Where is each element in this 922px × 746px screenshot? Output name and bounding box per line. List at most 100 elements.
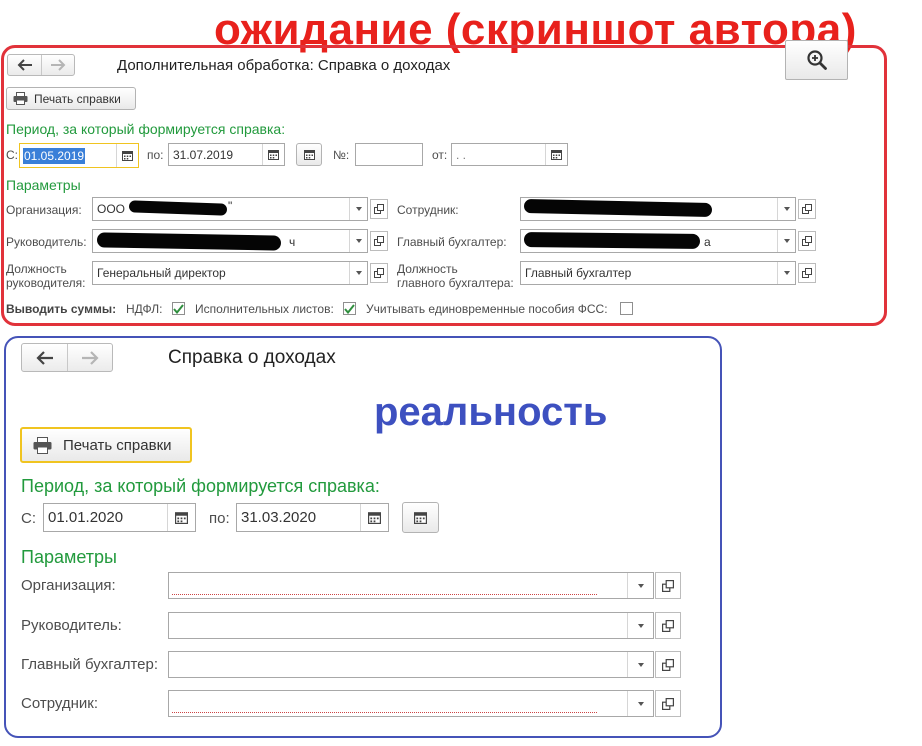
calendar-icon: [268, 150, 279, 160]
expected-accountant-position-dropdown[interactable]: [777, 262, 795, 284]
expected-from-calendar-button[interactable]: [116, 144, 138, 167]
expected-print-button[interactable]: Печать справки: [6, 87, 136, 110]
expected-doc-calendar-button[interactable]: [545, 144, 567, 165]
expected-manager-tail: ч: [289, 235, 296, 249]
expected-chief-accountant-tail: а: [704, 235, 711, 249]
expected-manager-position-open-button[interactable]: [370, 263, 388, 283]
expected-manager-position-label: Должность руководителя:: [6, 262, 86, 290]
expected-fss-checkbox[interactable]: [620, 302, 633, 315]
expected-to-date-input[interactable]: 31.07.2019: [168, 143, 285, 166]
calendar-icon: [175, 512, 188, 524]
expected-employee-label: Сотрудник:: [397, 203, 459, 217]
chevron-down-icon: [637, 583, 644, 588]
reality-chief-accountant-input[interactable]: [168, 651, 654, 678]
expected-period-heading: Период, за который формируется справка:: [6, 121, 286, 137]
checkmark-icon: [344, 303, 355, 314]
reality-employee-label: Сотрудник:: [21, 695, 99, 712]
expected-manager-position-value: Генеральный директор: [97, 266, 226, 280]
chevron-down-icon: [783, 239, 790, 243]
reality-print-label: Печать справки: [63, 436, 172, 454]
expected-ndfl-label: НДФЛ:: [126, 302, 163, 316]
calendar-icon: [303, 150, 315, 160]
expected-manager-position-dropdown[interactable]: [349, 262, 367, 284]
reality-nav-group: [21, 343, 113, 372]
reality-params-heading: Параметры: [21, 547, 117, 567]
reality-from-calendar-button[interactable]: [167, 504, 195, 531]
reality-from-date-input[interactable]: 01.01.2020: [43, 503, 196, 532]
open-form-icon: [662, 658, 674, 671]
reality-chief-accountant-open-button[interactable]: [655, 651, 681, 678]
expected-organization-tail: ": [228, 199, 233, 213]
reality-organization-dropdown[interactable]: [627, 573, 653, 598]
reality-chief-accountant-dropdown[interactable]: [627, 652, 653, 677]
reality-employee-open-button[interactable]: [655, 690, 681, 717]
expected-employee-open-button[interactable]: [798, 199, 816, 219]
reality-to-date-input[interactable]: 31.03.2020: [236, 503, 389, 532]
expected-manager-position-input[interactable]: Генеральный директор: [92, 261, 368, 285]
expected-date-label: от:: [432, 148, 448, 162]
open-form-icon: [374, 236, 384, 246]
expected-from-date-input[interactable]: 01.05.2019: [19, 143, 139, 168]
reality-form-title: Справка о доходах: [168, 347, 336, 368]
reality-forward-button[interactable]: [67, 344, 112, 371]
expected-period-select-button[interactable]: [296, 143, 322, 166]
reality-organization-open-button[interactable]: [655, 572, 681, 599]
expected-back-button[interactable]: [8, 55, 41, 75]
calendar-icon: [368, 512, 381, 524]
reality-employee-input[interactable]: [168, 690, 654, 717]
open-form-icon: [802, 268, 812, 278]
expected-chief-accountant-open-button[interactable]: [798, 231, 816, 251]
expected-manager-dropdown[interactable]: [349, 230, 367, 252]
reality-print-button[interactable]: Печать справки: [20, 427, 192, 463]
expected-zoom-button[interactable]: [785, 40, 848, 80]
reality-employee-dropdown[interactable]: [627, 691, 653, 716]
reality-period-heading: Период, за который формируется справка:: [21, 476, 380, 496]
expected-organization-dropdown[interactable]: [349, 198, 367, 220]
expected-number-input[interactable]: [355, 143, 423, 166]
expected-doc-date-input[interactable]: . .: [451, 143, 568, 166]
expected-chief-accountant-label: Главный бухгалтер:: [397, 235, 507, 249]
expected-ndfl-checkbox[interactable]: [172, 302, 185, 315]
expected-manager-open-button[interactable]: [370, 231, 388, 251]
reality-chief-accountant-label: Главный бухгалтер:: [21, 656, 159, 673]
calendar-icon: [414, 512, 427, 524]
annotation-reality: реальность: [374, 390, 608, 434]
expected-accountant-position-open-button[interactable]: [798, 263, 816, 283]
expected-forward-button[interactable]: [41, 55, 74, 75]
annotation-expected: ожидание (скриншот автора): [214, 5, 857, 54]
expected-to-date-value: 31.07.2019: [173, 147, 234, 162]
expected-manager-redaction: [96, 232, 282, 251]
expected-accountant-position-input[interactable]: Главный бухгалтер: [520, 261, 796, 285]
expected-chief-accountant-dropdown[interactable]: [777, 230, 795, 252]
reality-back-button[interactable]: [22, 344, 67, 371]
expected-nav-group: [7, 54, 75, 76]
open-form-icon: [662, 619, 674, 632]
printer-icon: [13, 92, 28, 105]
expected-from-label: С:: [6, 148, 18, 162]
reality-from-date-value: 01.01.2020: [48, 509, 124, 526]
arrow-right-icon: [51, 59, 66, 71]
chevron-down-icon: [355, 271, 362, 275]
reality-manager-dropdown[interactable]: [627, 613, 653, 638]
expected-writs-checkbox[interactable]: [343, 302, 356, 315]
expected-from-date-value: 01.05.2019: [23, 147, 86, 164]
reality-organization-input[interactable]: [168, 572, 654, 599]
expected-chief-accountant-redaction: [523, 232, 701, 249]
chevron-down-icon: [355, 239, 362, 243]
open-form-icon: [662, 579, 674, 592]
arrow-left-icon: [17, 59, 32, 71]
reality-manager-open-button[interactable]: [655, 612, 681, 639]
expected-organization-open-button[interactable]: [370, 199, 388, 219]
expected-doc-date-value: . .: [456, 147, 467, 162]
reality-to-calendar-button[interactable]: [360, 504, 388, 531]
arrow-right-icon: [82, 350, 99, 365]
expected-to-calendar-button[interactable]: [262, 144, 284, 165]
reality-manager-input[interactable]: [168, 612, 654, 639]
reality-period-select-button[interactable]: [402, 502, 439, 533]
expected-manager-label: Руководитель:: [6, 235, 87, 249]
expected-employee-dropdown[interactable]: [777, 198, 795, 220]
expected-writs-label: Исполнительных листов:: [195, 302, 334, 316]
expected-accountant-position-label: Должность главного бухгалтера:: [397, 262, 514, 290]
expected-fss-label: Учитывать единовременные пособия ФСС:: [366, 302, 608, 316]
chevron-down-icon: [783, 207, 790, 211]
